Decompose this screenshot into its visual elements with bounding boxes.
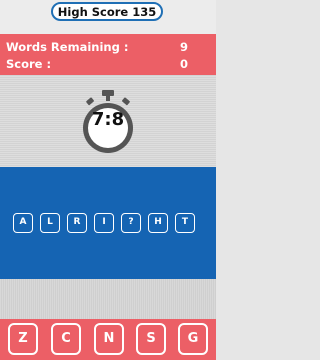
timer-readout: 7:8 xyxy=(91,109,125,130)
score-row: Score : 0 xyxy=(6,56,188,72)
high-score-badge: High Score 135 xyxy=(51,2,163,21)
letter-tile[interactable]: H xyxy=(148,213,168,233)
scrambled-word: A L R I? H T xyxy=(13,213,203,235)
letter-tile[interactable]: ? xyxy=(121,213,141,233)
letter-tile[interactable]: T xyxy=(175,213,195,233)
words-remaining-value: 9 xyxy=(179,40,188,54)
score-value: 0 xyxy=(179,57,188,71)
stats-panel: Words Remaining : 9 Score : 0 xyxy=(0,34,216,75)
letter-tile[interactable]: L xyxy=(40,213,60,233)
letter-tile[interactable]: A xyxy=(13,213,33,233)
letter-key[interactable]: C xyxy=(51,323,81,355)
letter-key[interactable]: G xyxy=(178,323,208,355)
letter-key[interactable]: N xyxy=(94,323,124,355)
score-label: Score : xyxy=(6,57,52,71)
letter-key[interactable]: Z xyxy=(8,323,38,355)
words-remaining-row: Words Remaining : 9 xyxy=(6,39,188,55)
divider-strip xyxy=(0,279,216,319)
words-remaining-label: Words Remaining : xyxy=(6,40,129,54)
letter-keyboard: ZCNSG xyxy=(0,319,216,360)
letter-tile[interactable]: R xyxy=(67,213,87,233)
letter-key[interactable]: S xyxy=(136,323,166,355)
top-bar: High Score 135 xyxy=(0,0,216,34)
letter-tile[interactable]: I xyxy=(94,213,114,233)
